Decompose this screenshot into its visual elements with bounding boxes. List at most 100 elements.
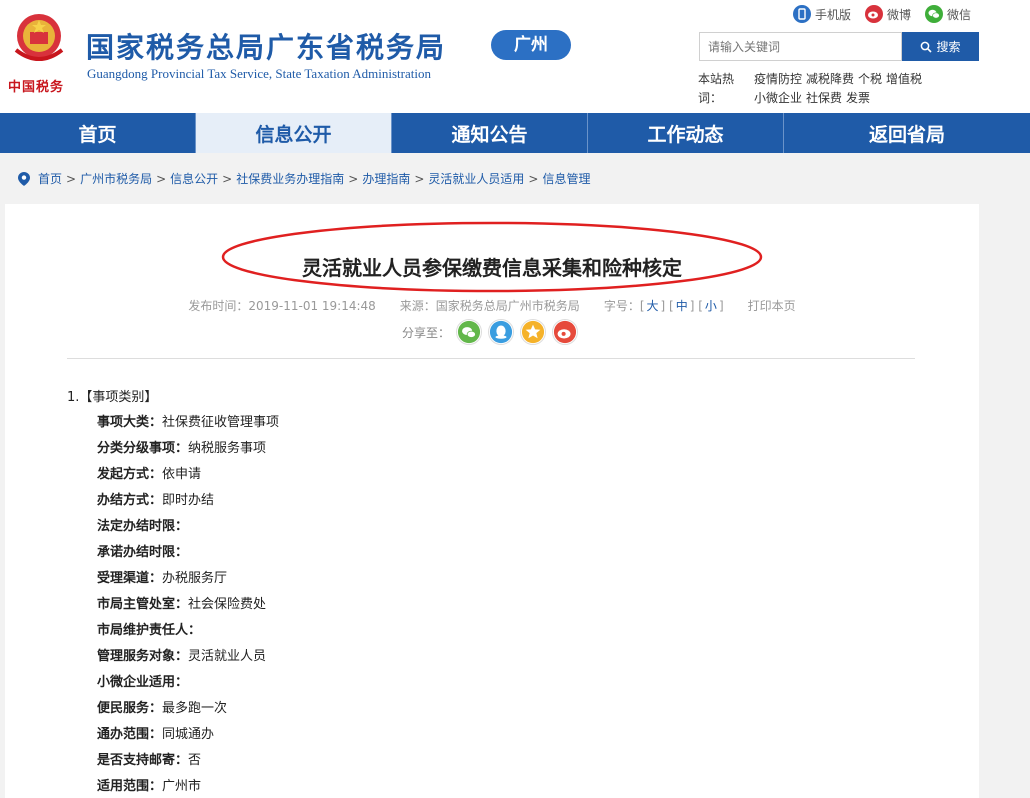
- share-label: 分享至：: [402, 325, 451, 340]
- national-emblem-icon: [14, 14, 64, 61]
- field-label: 承诺办结时限：: [97, 545, 189, 560]
- field-value: 社保费征收管理事项: [162, 415, 280, 430]
- nav-item-home[interactable]: 首页: [0, 113, 196, 153]
- font-size-switcher: 字号：[大] [中] [小]: [603, 299, 724, 313]
- breadcrumb-separator: >: [222, 171, 233, 186]
- qq-icon: [489, 320, 513, 344]
- font-size-medium[interactable]: 中: [676, 299, 688, 313]
- section-heading: 1.【事项类别】: [67, 390, 158, 405]
- breadcrumb-separator: >: [66, 171, 77, 186]
- mobile-version-link[interactable]: 手机版: [793, 5, 851, 23]
- article-source: 来源：国家税务总局广州市税务局: [399, 299, 580, 313]
- article-title: 灵活就业人员参保缴费信息采集和险种核定: [302, 256, 682, 280]
- hot-word[interactable]: 小微企业: [754, 91, 802, 105]
- search-input[interactable]: [699, 32, 902, 61]
- nav-item-back-province[interactable]: 返回省局: [784, 113, 1030, 153]
- nav-item-work-news[interactable]: 工作动态: [588, 113, 784, 153]
- field-value: 即时办结: [162, 493, 215, 508]
- print-link[interactable]: 打印本页: [748, 297, 796, 314]
- field-label: 法定办结时限：: [97, 519, 189, 534]
- breadcrumb-item[interactable]: 首页: [38, 170, 62, 187]
- search-button-label: 搜索: [936, 40, 961, 54]
- field-value: 纳税服务事项: [188, 441, 267, 456]
- field-value: 依申请: [162, 467, 202, 482]
- top-links: 手机版 微博 微信: [793, 5, 971, 23]
- field-row: 承诺办结时限：: [97, 540, 279, 566]
- hot-words-label: 本站热词：: [698, 72, 735, 105]
- field-row: 法定办结时限：: [97, 514, 279, 540]
- field-list: 事项大类：社保费征收管理事项 分类分级事项：纳税服务事项 发起方式：依申请 办结…: [97, 410, 279, 798]
- field-label: 分类分级事项：: [97, 441, 189, 456]
- wechat-link[interactable]: 微信: [925, 5, 971, 23]
- breadcrumb-item[interactable]: 广州市税务局: [80, 170, 152, 187]
- breadcrumb-item[interactable]: 灵活就业人员适用: [428, 170, 524, 187]
- field-label: 适用范围：: [97, 779, 163, 794]
- field-row: 分类分级事项：纳税服务事项: [97, 436, 279, 462]
- search-icon: [921, 41, 933, 53]
- site-title[interactable]: 国家税务总局广东省税务局: [86, 26, 446, 66]
- field-row: 适用范围：广州市: [97, 774, 279, 798]
- field-label: 发起方式：: [97, 467, 163, 482]
- font-size-small[interactable]: 小: [705, 299, 717, 313]
- font-size-label: 字号：: [603, 299, 640, 313]
- share-wechat-button[interactable]: [456, 319, 483, 345]
- breadcrumb-separator: >: [414, 171, 425, 186]
- hot-word[interactable]: 社保费: [806, 91, 842, 105]
- field-row: 受理渠道：办税服务厅: [97, 566, 279, 592]
- field-label: 小微企业适用：: [97, 675, 189, 690]
- hot-word[interactable]: 疫情防控: [754, 72, 802, 86]
- field-value: 办税服务厅: [162, 571, 228, 586]
- main-nav: 首页 信息公开 通知公告 工作动态 返回省局: [0, 113, 1030, 153]
- hot-word[interactable]: 减税降费: [806, 72, 854, 86]
- breadcrumb-item[interactable]: 办理指南: [362, 170, 410, 187]
- breadcrumb-separator: >: [348, 171, 359, 186]
- field-label: 办结方式：: [97, 493, 163, 508]
- field-row: 办结方式：即时办结: [97, 488, 279, 514]
- field-row: 市局主管处室：社会保险费处: [97, 592, 279, 618]
- field-row: 发起方式：依申请: [97, 462, 279, 488]
- article-panel: 灵活就业人员参保缴费信息采集和险种核定 发布时间：2019-11-01 19:1…: [5, 204, 979, 798]
- field-label: 市局主管处室：: [97, 597, 189, 612]
- font-size-large[interactable]: 大: [647, 299, 659, 313]
- mobile-version-label: 手机版: [815, 7, 852, 22]
- field-value: 灵活就业人员: [188, 649, 267, 664]
- weibo-icon: [553, 320, 577, 344]
- share-weibo-button[interactable]: [552, 319, 579, 345]
- wechat-label: 微信: [947, 7, 972, 22]
- field-row: 市局维护责任人：: [97, 618, 279, 644]
- field-value: 社会保险费处: [188, 597, 267, 612]
- field-value: 否: [188, 753, 202, 768]
- field-row: 小微企业适用：: [97, 670, 279, 696]
- city-badge[interactable]: 广州: [491, 30, 571, 60]
- nav-item-notices[interactable]: 通知公告: [392, 113, 588, 153]
- breadcrumb-item[interactable]: 社保费业务办理指南: [236, 170, 344, 187]
- field-label: 通办范围：: [97, 727, 163, 742]
- location-pin-icon: [18, 171, 30, 186]
- breadcrumb: 首页 > 广州市税务局 > 信息公开 > 社保费业务办理指南 > 办理指南 > 灵活就业人…: [18, 170, 590, 187]
- qzone-star-icon: [521, 320, 545, 344]
- hot-word[interactable]: 发票: [846, 91, 870, 105]
- wechat-icon: [457, 320, 481, 344]
- share-qq-button[interactable]: [488, 319, 515, 345]
- field-row: 管理服务对象：灵活就业人员: [97, 644, 279, 670]
- field-value: 广州市: [162, 779, 202, 794]
- field-label: 受理渠道：: [97, 571, 163, 586]
- share-qzone-button[interactable]: [520, 319, 547, 345]
- breadcrumb-separator: >: [156, 171, 167, 186]
- field-row: 事项大类：社保费征收管理事项: [97, 410, 279, 436]
- weibo-link[interactable]: 微博: [865, 5, 911, 23]
- nav-item-info-disclosure[interactable]: 信息公开: [196, 113, 392, 153]
- hot-word[interactable]: 个税: [858, 72, 882, 86]
- field-label: 管理服务对象：: [97, 649, 189, 664]
- weibo-label: 微博: [887, 7, 912, 22]
- search-button[interactable]: 搜索: [902, 32, 979, 61]
- field-row: 便民服务：最多跑一次: [97, 696, 279, 722]
- field-row: 通办范围：同城通办: [97, 722, 279, 748]
- field-label: 是否支持邮寄：: [97, 753, 189, 768]
- breadcrumb-item[interactable]: 信息管理: [542, 170, 590, 187]
- hot-word[interactable]: 增值税: [886, 72, 922, 86]
- field-value: 最多跑一次: [162, 701, 228, 716]
- breadcrumb-item[interactable]: 信息公开: [170, 170, 218, 187]
- publish-time: 发布时间：2019-11-01 19:14:48: [188, 299, 376, 313]
- site-subtitle: Guangdong Provincial Tax Service, State …: [87, 66, 431, 81]
